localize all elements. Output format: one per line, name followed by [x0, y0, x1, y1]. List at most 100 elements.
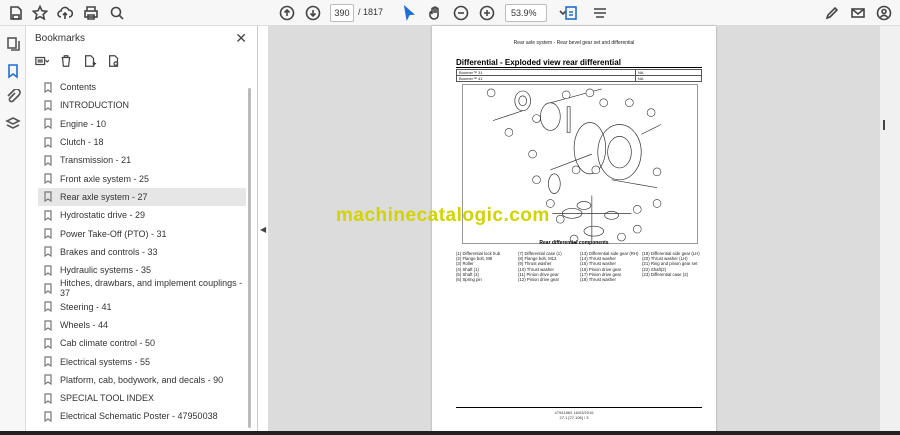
layers-icon[interactable] [5, 116, 21, 132]
scroll-thumb[interactable] [883, 120, 885, 130]
bookmark-icon [44, 356, 52, 368]
bookmark-label: Hydraulic systems - 35 [60, 265, 152, 276]
taskbar-edge [0, 431, 900, 435]
panel-scrollbar[interactable] [248, 88, 251, 428]
zoom-out-icon[interactable] [451, 3, 471, 23]
bookmark-icon [44, 155, 52, 166]
find-bookmark-icon[interactable] [107, 54, 121, 73]
bookmark-item[interactable]: Electrical systems - 55 [38, 352, 246, 370]
bookmark-icon [44, 338, 52, 349]
table-cell: Boomer™ 41 [456, 75, 636, 82]
zoom-in-icon[interactable] [477, 3, 497, 23]
bookmark-star-icon[interactable] [30, 3, 50, 23]
bookmark-item[interactable]: Clutch - 18 [38, 133, 246, 151]
bookmark-icon [44, 118, 52, 130]
document-page: Rear axle system - Rear bevel gear set a… [432, 26, 716, 435]
bookmark-icon [44, 374, 52, 386]
bookmark-icon [44, 136, 52, 148]
send-mail-icon[interactable] [848, 3, 868, 23]
bookmark-icon [44, 265, 52, 276]
zoom-level-input[interactable]: 53.9% [505, 4, 547, 22]
bookmark-icon [44, 393, 52, 404]
bookmark-icon [44, 283, 52, 295]
bookmark-item[interactable]: SPECIAL TOOL INDEX [38, 389, 246, 407]
close-icon[interactable]: ✕ [235, 30, 247, 47]
bookmark-item[interactable]: Hydraulic systems - 35 [38, 261, 246, 279]
new-bookmark-icon[interactable] [83, 54, 97, 73]
top-toolbar: 390 / 1817 53.9% [0, 0, 900, 26]
bookmark-icon [44, 191, 52, 203]
bookmark-options-icon[interactable] [35, 54, 50, 73]
bookmark-icon [44, 100, 52, 112]
vertical-scrollbar[interactable] [880, 26, 900, 435]
bookmark-label: Electrical systems - 55 [60, 356, 151, 367]
bookmark-item[interactable]: Electrical Schematic Poster - 47950038 [38, 407, 246, 425]
part-legend-entry: (18) Thrust washer [580, 277, 616, 283]
bookmark-label: Cab climate control - 50 [60, 338, 156, 349]
bookmark-label: Hydrostatic drive - 29 [60, 210, 146, 221]
applicability-table: Boomer™ 31 NA Boomer™ 41 NA [456, 69, 703, 82]
bookmark-item[interactable]: Front axle system - 25 [38, 169, 246, 187]
bookmark-icon [44, 411, 52, 423]
search-icon[interactable] [107, 3, 127, 23]
next-page-icon[interactable] [303, 3, 323, 23]
delete-bookmark-icon[interactable] [59, 54, 73, 73]
bookmark-label: Hitches, drawbars, and implement couplin… [60, 278, 243, 299]
attachments-icon[interactable] [5, 88, 21, 105]
bookmark-item[interactable]: Transmission - 21 [38, 151, 246, 169]
table-cell: NA [634, 75, 703, 82]
bookmarks-panel-icon[interactable] [5, 63, 21, 79]
read-mode-icon[interactable] [590, 3, 610, 23]
bookmark-label: Clutch - 18 [60, 137, 104, 148]
bookmark-list: Contents INTRODUCTION Engine - 10 Clutch - … [38, 78, 246, 426]
left-tool-rail [0, 26, 26, 435]
collapse-panel-chevron-icon[interactable]: ◀ [260, 225, 266, 234]
page-title: Differential - Exploded view rear differ… [456, 58, 621, 67]
bookmarks-panel: Bookmarks ✕ Contents INTRODUCTION Engine -… [26, 26, 258, 435]
bookmark-label: SPECIAL TOOL INDEX [60, 393, 155, 404]
page-footer: 47941862 16/03/2016 27.1 [27.106] / 3 [432, 410, 716, 420]
save-icon[interactable] [6, 3, 26, 23]
fit-page-icon[interactable] [561, 3, 581, 23]
bookmark-icon [44, 301, 52, 313]
bookmark-item[interactable]: Brakes and controls - 33 [38, 243, 246, 261]
bookmark-label: Engine - 10 [60, 118, 107, 129]
bookmark-item[interactable]: Platform, cab, bodywork, and decals - 90 [38, 371, 246, 389]
bookmark-item[interactable]: INTRODUCTION [38, 96, 246, 114]
previous-page-icon[interactable] [277, 3, 297, 23]
footer-rule [456, 407, 702, 408]
bookmark-item[interactable]: Rear axle system - 27 [38, 187, 246, 207]
part-legend-entry: (12) Pinion drive gear [518, 277, 560, 283]
part-legend-entry: (6) Spring pin [456, 277, 482, 283]
select-cursor-icon[interactable] [399, 3, 419, 23]
bookmark-icon [44, 319, 52, 331]
panel-title: Bookmarks [35, 33, 86, 44]
bookmark-item[interactable]: Cab climate control - 50 [38, 334, 246, 352]
sign-pen-icon[interactable] [822, 3, 842, 23]
part-legend-entry [642, 277, 706, 282]
bookmark-icon [44, 173, 52, 185]
bookmark-icon [44, 246, 52, 258]
bookmark-item[interactable]: Wheels - 44 [38, 316, 246, 334]
bookmark-icon [44, 82, 52, 93]
hand-tool-icon[interactable] [425, 3, 445, 23]
page-thumbnails-icon[interactable] [5, 36, 21, 52]
account-icon[interactable] [874, 3, 894, 23]
page-total: / 1817 [358, 7, 384, 17]
bookmark-item[interactable]: Hitches, drawbars, and implement couplin… [38, 278, 246, 299]
bookmark-item[interactable]: Power Take-Off (PTO) - 31 [38, 224, 246, 242]
bookmark-label: Platform, cab, bodywork, and decals - 90 [60, 374, 224, 385]
bookmark-item[interactable]: Engine - 10 [38, 115, 246, 133]
bookmark-label: Brakes and controls - 33 [60, 246, 158, 257]
bookmark-label: Wheels - 44 [60, 320, 109, 330]
upload-cloud-icon[interactable] [55, 3, 75, 23]
bookmark-item[interactable]: Steering - 41 [38, 298, 246, 316]
bookmark-label: Rear axle system - 27 [60, 191, 148, 202]
bookmark-tools [35, 54, 121, 72]
print-icon[interactable] [81, 3, 101, 23]
bookmark-label: Contents [60, 82, 97, 93]
bookmark-item[interactable]: Contents [38, 78, 246, 96]
bookmark-item[interactable]: Hydrostatic drive - 29 [38, 206, 246, 224]
bookmark-label: Front axle system - 25 [60, 173, 150, 184]
page-number-input[interactable]: 390 [330, 4, 354, 22]
